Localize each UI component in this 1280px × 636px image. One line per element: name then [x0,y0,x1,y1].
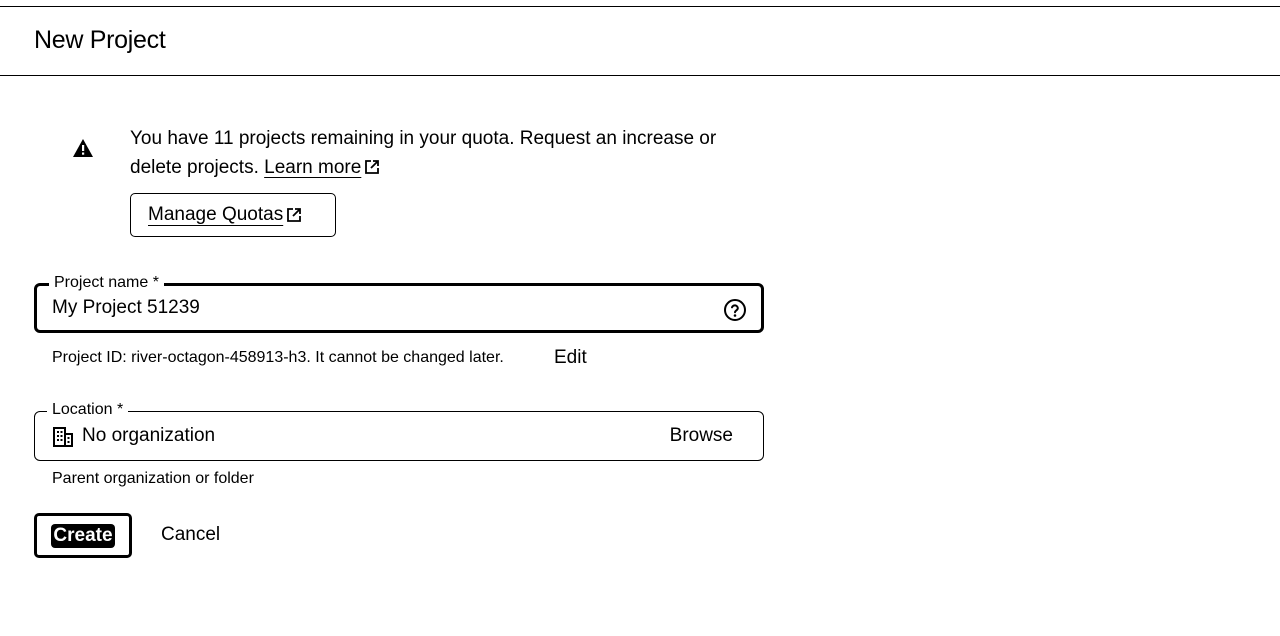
project-name-input[interactable]: My Project 51239 [52,297,200,319]
external-link-icon [365,160,380,174]
project-id-text: Project ID: river-octagon-458913-h3. It … [52,349,504,366]
building-icon [53,427,73,447]
project-name-label: Project name * [49,274,164,292]
browse-button[interactable]: Browse [670,425,733,447]
location-label: Location * [47,401,129,419]
cancel-button[interactable]: Cancel [161,524,220,546]
location-field[interactable]: Location * No organization Browse [34,401,764,461]
warning-icon [73,139,93,157]
learn-more-link[interactable]: Learn more [264,157,361,178]
location-value: No organization [82,425,216,446]
page-header: New Project [0,7,1280,76]
manage-quotas-button[interactable]: Manage Quotas [130,193,336,237]
create-label: Create [51,523,115,548]
help-circle-icon[interactable] [723,298,747,322]
quota-notice: You have 11 projects remaining in your q… [130,124,750,182]
location-hint: Parent organization or folder [52,470,254,487]
create-button[interactable]: Create [34,513,132,558]
edit-project-id-button[interactable]: Edit [554,347,587,369]
project-name-field[interactable]: Project name * My Project 51239 [34,274,764,333]
manage-quotas-label: Manage Quotas [148,204,284,225]
quota-message: You have 11 projects remaining in your q… [130,128,717,178]
external-link-icon [287,208,302,222]
page-title: New Project [34,26,166,54]
